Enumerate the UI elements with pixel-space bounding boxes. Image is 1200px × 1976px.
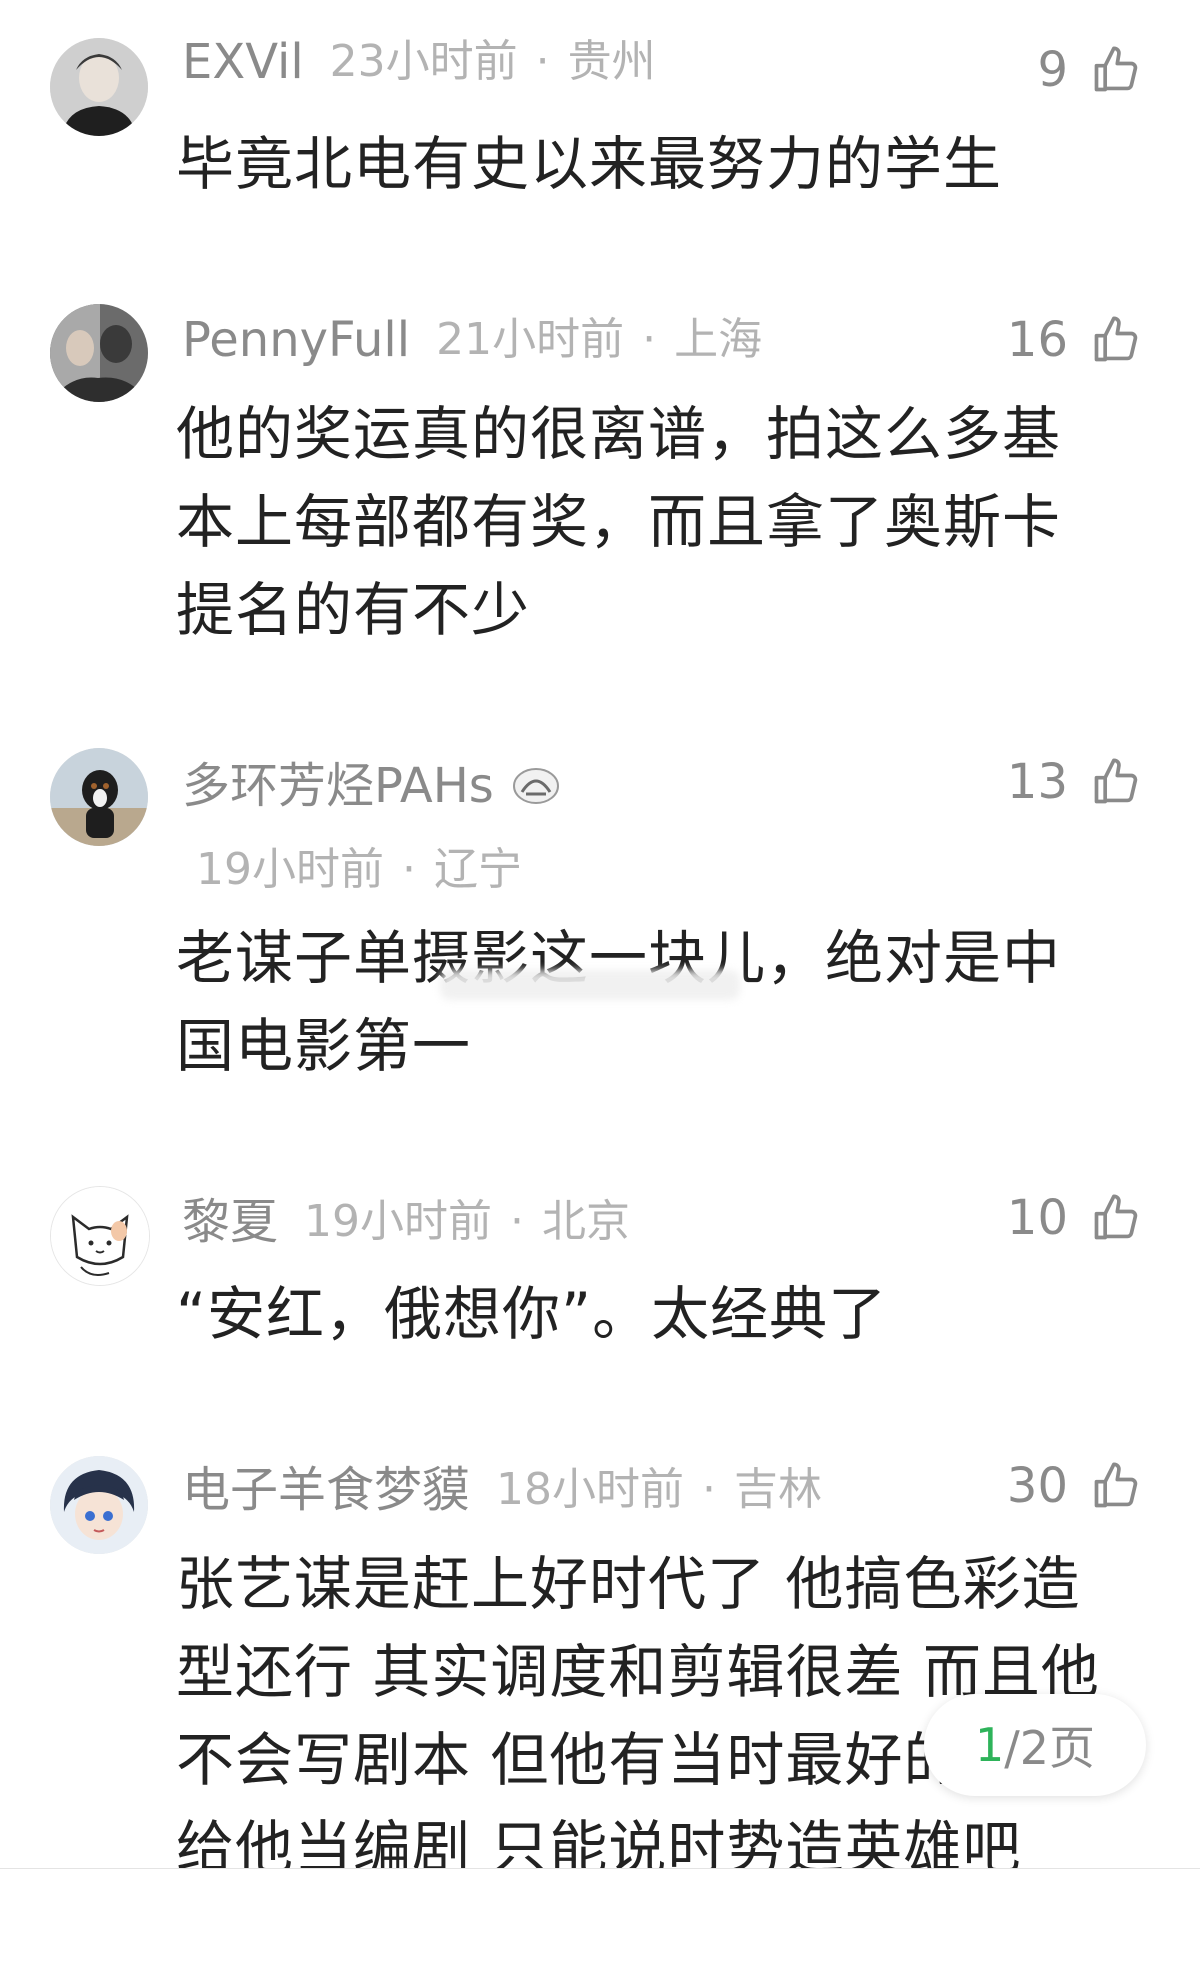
comment-meta: 多环芳烃PAHs [182, 756, 560, 816]
thumbs-up-icon [1094, 1462, 1138, 1508]
page-indicator[interactable]: 1 /2页 [924, 1694, 1146, 1796]
thumbs-up-icon [1094, 46, 1138, 92]
avatar[interactable] [50, 1456, 148, 1554]
total-pages: /2页 [1004, 1721, 1096, 1775]
like-button[interactable]: 9 [1037, 40, 1142, 100]
separator-dot: · [702, 1464, 717, 1515]
comment-time: 21小时前 [436, 314, 625, 365]
comment-location: 辽宁 [434, 844, 522, 895]
like-count: 9 [1037, 42, 1068, 98]
avatar[interactable] [50, 304, 148, 402]
username[interactable]: 多环芳烃PAHs [182, 756, 494, 816]
comment-meta: EXVil 23小时前 · 贵州 [182, 32, 656, 92]
comment-meta: PennyFull 21小时前 · 上海 [182, 310, 762, 370]
thumbs-up-icon [1094, 758, 1138, 804]
current-page: 1 [974, 1718, 1005, 1772]
username[interactable]: EXVil [182, 32, 304, 92]
like-button[interactable]: 30 [1007, 1456, 1142, 1516]
comment-text: “安红，俄想你”。太经典了 [176, 1280, 888, 1348]
like-button[interactable]: 10 [1007, 1188, 1142, 1248]
username[interactable]: 电子羊食梦貘 [182, 1460, 470, 1520]
comment-text: 毕竟北电有史以来最努力的学生 [176, 130, 1003, 198]
like-count: 13 [1006, 754, 1068, 810]
separator-dot: · [402, 844, 416, 895]
avatar[interactable] [50, 1186, 150, 1286]
comment-text: 他的奖运真的很离谱，拍这么多基本上每部都有奖，而且拿了奥斯卡提名的有不少 [176, 400, 1062, 644]
comment-time: 23小时前 [329, 36, 518, 87]
separator-dot: · [642, 314, 657, 365]
fan-badge-icon[interactable] [512, 766, 560, 806]
bottom-bar [0, 1868, 1200, 1976]
thumbs-up-icon [1094, 316, 1138, 362]
like-count: 30 [1006, 1458, 1068, 1514]
comment-location: 贵州 [567, 36, 656, 87]
watermark-overlay [440, 970, 740, 1000]
comment-text: 老谋子单摄影这一块儿，绝对是中国电影第一 [176, 924, 1062, 1080]
comment-location: 吉林 [734, 1464, 823, 1515]
comment-location: 上海 [674, 314, 763, 365]
like-count: 10 [1006, 1190, 1068, 1246]
username[interactable]: PennyFull [182, 310, 410, 370]
avatar[interactable] [50, 748, 148, 846]
comment-meta-secondary: 19小时前 · 辽宁 [196, 840, 522, 900]
separator-dot: · [510, 1196, 525, 1247]
avatar[interactable] [50, 38, 148, 136]
separator-dot: · [535, 36, 550, 87]
like-count: 16 [1006, 312, 1068, 368]
thumbs-up-icon [1094, 1194, 1138, 1240]
username[interactable]: 黎夏 [182, 1192, 278, 1252]
comment-meta: 电子羊食梦貘 18小时前 · 吉林 [182, 1460, 822, 1520]
comment-time: 18小时前 [496, 1464, 685, 1515]
comment-meta: 黎夏 19小时前 · 北京 [182, 1192, 630, 1252]
comment-time: 19小时前 [304, 1196, 493, 1247]
like-button[interactable]: 16 [1007, 310, 1142, 370]
like-button[interactable]: 13 [1007, 752, 1142, 812]
comment-time: 19小时前 [196, 844, 384, 895]
comment-location: 北京 [542, 1196, 631, 1247]
